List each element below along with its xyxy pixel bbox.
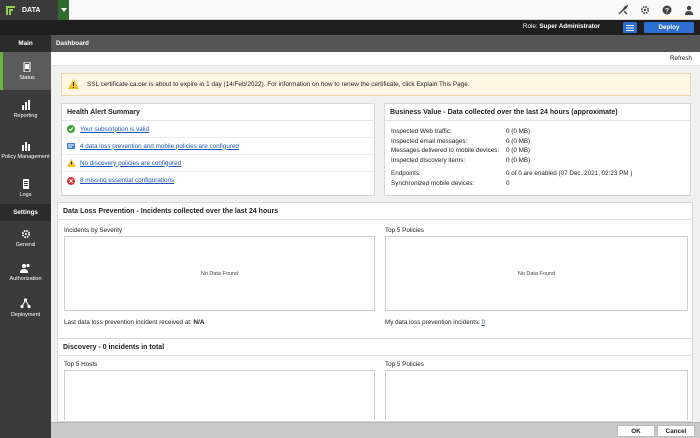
alert-message: SSL certificate ca.cer is about to expir… [87,81,470,88]
error-icon [66,176,76,186]
tools-icon[interactable] [612,0,634,20]
sidebar-item-authorization[interactable]: Authorization [0,255,51,289]
check-circle-icon [66,124,76,134]
certificate-alert: SSL certificate ca.cer is about to expir… [61,73,691,96]
subscription-link[interactable]: Your subscription is valid [80,126,149,133]
toolbar: Refresh [51,52,700,66]
gear-icon [21,228,31,240]
my-incidents-link[interactable]: 0 [482,319,486,326]
health-alert-panel: Health Alert Summary Your subscription i… [61,103,375,196]
sidebar-item-policy-management[interactable]: Policy Management [0,128,51,172]
role-value: Super Administrator [539,23,600,30]
business-row: Inspected discovery items: 0 (0 MB) [391,156,531,164]
my-incidents: My data loss prevention incidents: 0 [385,319,486,326]
user-icon[interactable] [678,0,700,20]
discovery-top-policies-label: Top 5 Policies [385,361,424,368]
cancel-button[interactable]: Cancel [657,425,695,437]
dlp-title: Data Loss Prevention - Incidents collect… [58,203,692,220]
svg-text:?: ? [665,7,669,14]
list-icon [626,24,634,31]
main-content: Dashboard Refresh SSL certificate ca.cer… [51,35,700,438]
discovery-title: Discovery - 0 incidents in total [58,339,692,356]
bar-chart-icon [21,99,31,111]
top-hosts-chart [64,370,375,420]
no-data-text: No Data Found [200,270,239,277]
no-data-text: No Data Found [517,270,556,277]
business-value-title: Business Value - Data collected over the… [385,104,690,121]
health-item: 8 missing essential configurations [62,172,374,189]
business-row: Inspected email messages: 0 (0 MB) [391,137,531,145]
users-icon [20,262,31,274]
business-row: Synchronized mobile devices: 0 [391,179,510,187]
logs-icon [21,178,31,190]
gear-icon[interactable] [634,0,656,20]
business-row: Inspected Web traffic: 0 (0 MB) [391,128,531,136]
role-display: Role: Super Administrator [522,23,600,30]
sidebar-item-logs[interactable]: Logs [0,172,51,204]
deploy-button[interactable]: Deploy [644,22,694,33]
refresh-button[interactable]: Refresh [670,55,692,62]
discovery-policies-link[interactable]: No discovery policies are configured [80,160,181,167]
top-bar: DATA ? [0,0,700,20]
top-policies-label: Top 5 Policies [385,227,424,234]
chevron-down-icon[interactable] [58,0,69,20]
top-hosts-label: Top 5 Hosts [64,361,98,368]
pending-changes-button[interactable] [623,22,637,33]
policy-chart-icon [21,140,31,152]
last-incident: Last data loss prevention incident recei… [64,319,205,326]
brand-logo-icon [0,0,20,20]
incidents-by-severity-label: Incidents by Severity [64,227,123,234]
warning-icon [66,158,76,168]
help-icon[interactable]: ? [656,0,678,20]
top-policies-chart: No Data Found [385,236,688,311]
health-item: No discovery policies are configured [62,155,374,172]
network-icon [20,298,31,310]
app-name: DATA [22,6,41,14]
sidebar-item-general[interactable]: General [0,221,51,255]
brand[interactable]: DATA [0,0,69,20]
sidebar-item-status[interactable]: Status [0,52,51,90]
role-bar: Role: Super Administrator Deploy [0,20,700,35]
business-row: Endpoints: 0 of 0 are enabled (07 Dec. 20… [391,170,633,178]
page-title: Dashboard [51,35,700,52]
discovery-top-policies-chart [385,370,688,420]
sidebar-section-settings: Settings [0,204,51,221]
footer-bar: OK Cancel [51,422,700,438]
severity-chart: No Data Found [64,236,375,311]
business-value-panel: Business Value - Data collected over the… [384,103,691,196]
missing-configurations-link[interactable]: 8 missing essential configurations [80,177,174,184]
business-row: Messages delivered to mobile devices: 0 (… [391,147,531,155]
health-item: Your subscription is valid [62,121,374,138]
sidebar-item-deployment[interactable]: Deployment [0,289,51,327]
warning-icon [68,78,79,91]
sidebar-section-main: Main [0,35,51,52]
status-icon [22,61,32,73]
policies-configured-link[interactable]: 4 data loss prevention and mobile polici… [80,143,239,150]
health-alert-title: Health Alert Summary [62,104,374,121]
sidebar: Main Status Reporting Policy Management … [0,35,51,438]
ok-button[interactable]: OK [617,425,655,437]
health-item: 4 data loss prevention and mobile polici… [62,138,374,155]
sidebar-item-reporting[interactable]: Reporting [0,90,51,128]
last-incident-value: N/A [193,319,205,326]
discovery-panel: Discovery - 0 incidents in total Top 5 H… [57,338,693,422]
info-icon [66,141,76,151]
